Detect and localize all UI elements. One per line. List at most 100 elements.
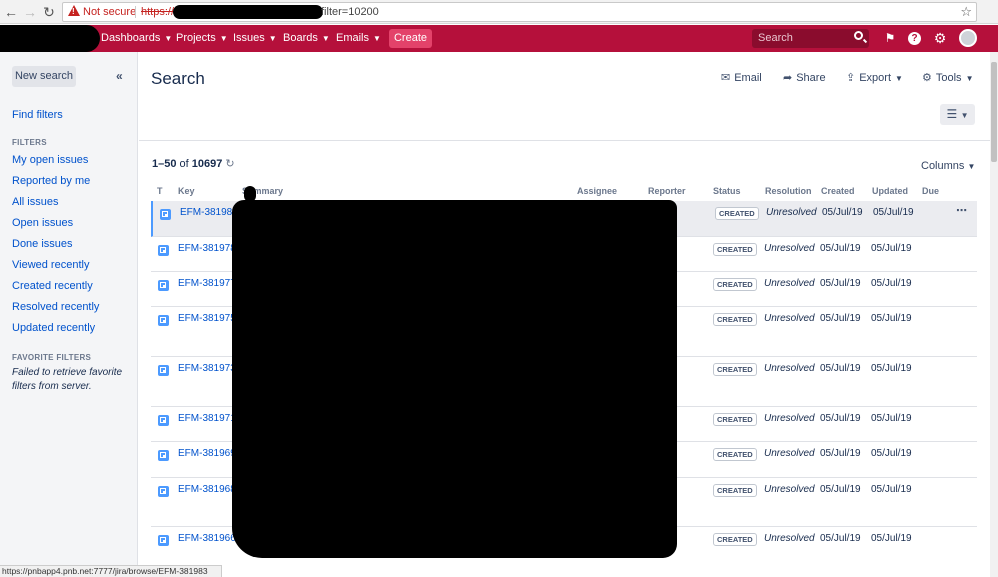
scrollbar-thumb[interactable]	[991, 62, 997, 162]
back-arrow-icon[interactable]: ←	[2, 3, 20, 21]
issue-key-link[interactable]: EFM-381983	[180, 207, 238, 218]
issue-key-link[interactable]: EFM-381969	[178, 448, 236, 459]
warning-icon	[68, 5, 80, 16]
nav-label: Emails	[336, 32, 370, 44]
header-search-input[interactable]: Search	[752, 29, 869, 48]
email-button[interactable]: ✉ Email	[721, 71, 762, 84]
created-date: 05/Jul/19	[820, 413, 861, 424]
columns-button[interactable]: Columns ▼	[921, 160, 975, 172]
nav-issues[interactable]: Issues ▼	[233, 32, 277, 44]
status-badge: CREATED	[713, 448, 757, 461]
created-date: 05/Jul/19	[820, 278, 861, 289]
col-header-reporter[interactable]: Reporter	[648, 186, 686, 196]
filter-created-recently[interactable]: Created recently	[12, 280, 93, 292]
status-badge: CREATED	[713, 313, 757, 326]
updated-date: 05/Jul/19	[871, 363, 912, 374]
updated-date: 05/Jul/19	[871, 413, 912, 424]
status-badge: CREATED	[713, 413, 757, 426]
export-icon: ⇪	[846, 72, 856, 84]
new-search-button[interactable]: New search	[12, 66, 76, 87]
col-header-due[interactable]: Due	[922, 186, 939, 196]
created-date: 05/Jul/19	[822, 207, 863, 218]
nav-projects[interactable]: Projects ▼	[176, 32, 228, 44]
bookmark-star-icon[interactable]: ☆	[960, 4, 972, 20]
col-header-created[interactable]: Created	[821, 186, 855, 196]
resolution-value: Unresolved	[764, 448, 815, 459]
share-button[interactable]: ➦ Share	[783, 71, 826, 84]
more-actions-icon[interactable]: ⋯	[956, 204, 967, 217]
col-header-status[interactable]: Status	[713, 186, 741, 196]
filter-open-issues[interactable]: Open issues	[12, 217, 73, 229]
nav-dashboards[interactable]: Dashboards ▼	[101, 32, 172, 44]
col-header-key[interactable]: Key	[178, 186, 195, 196]
megaphone-icon[interactable]: ⚑	[882, 30, 898, 46]
search-placeholder: Search	[758, 32, 793, 44]
page-scrollbar[interactable]	[990, 52, 998, 577]
resolution-value: Unresolved	[764, 243, 815, 254]
redaction-header-mark	[244, 186, 256, 202]
issue-key-link[interactable]: EFM-381975	[178, 313, 236, 324]
favorite-filters-error: Failed to retrieve favorite filters from…	[12, 367, 123, 392]
status-badge: CREATED	[713, 533, 757, 546]
status-badge: CREATED	[713, 243, 757, 256]
filter-all-issues[interactable]: All issues	[12, 196, 58, 208]
issue-key-link[interactable]: EFM-381978	[178, 243, 236, 254]
nav-label: Projects	[176, 32, 216, 44]
tools-label: Tools	[935, 72, 962, 84]
tools-button[interactable]: ⚙ Tools ▼	[922, 71, 973, 84]
search-icon	[854, 31, 863, 40]
filter-done-issues[interactable]: Done issues	[12, 238, 73, 250]
filter-resolved-recently[interactable]: Resolved recently	[12, 301, 99, 313]
address-bar[interactable]: Not secure https:// filter=10200 ☆	[62, 2, 977, 22]
email-icon: ✉	[721, 72, 731, 84]
export-button[interactable]: ⇪ Export ▼	[846, 71, 903, 84]
reload-icon[interactable]: ↻	[40, 3, 58, 21]
col-header-updated[interactable]: Updated	[872, 186, 908, 196]
created-date: 05/Jul/19	[820, 484, 861, 495]
forward-arrow-icon[interactable]: →	[21, 3, 39, 21]
url-tail: filter=10200	[321, 6, 379, 18]
page-title: Search	[151, 69, 205, 88]
security-label: Not secure	[83, 6, 137, 18]
task-type-icon	[158, 245, 169, 256]
help-icon[interactable]: ?	[908, 32, 921, 45]
col-header-type[interactable]: T	[157, 186, 163, 196]
issue-key-link[interactable]: EFM-381968	[178, 484, 236, 495]
nav-label: Dashboards	[101, 32, 161, 44]
chevron-down-icon: ▼	[895, 74, 903, 83]
col-header-assignee[interactable]: Assignee	[577, 186, 617, 196]
col-header-resolution[interactable]: Resolution	[765, 186, 812, 196]
nav-emails[interactable]: Emails ▼	[336, 32, 381, 44]
status-badge: CREATED	[715, 207, 759, 220]
issue-key-link[interactable]: EFM-381977	[178, 278, 236, 289]
task-type-icon	[158, 365, 169, 376]
issue-key-link[interactable]: EFM-381973	[178, 363, 236, 374]
chevron-down-icon: ▼	[965, 74, 974, 83]
issue-key-link[interactable]: EFM-381971	[178, 413, 236, 424]
filter-reported-by-me[interactable]: Reported by me	[12, 175, 90, 187]
count-range: 1–50	[152, 158, 177, 170]
updated-date: 05/Jul/19	[871, 448, 912, 459]
gear-icon[interactable]: ⚙	[932, 30, 948, 46]
updated-date: 05/Jul/19	[871, 243, 912, 254]
filter-updated-recently[interactable]: Updated recently	[12, 322, 95, 334]
nav-label: Boards	[283, 32, 318, 44]
avatar[interactable]	[959, 29, 977, 47]
create-button[interactable]: Create	[389, 29, 432, 48]
filter-my-open-issues[interactable]: My open issues	[12, 154, 88, 166]
address-divider	[135, 6, 136, 18]
find-filters-link[interactable]: Find filters	[12, 109, 63, 121]
issue-key-link[interactable]: EFM-381966	[178, 533, 236, 544]
results-count: 1–50 of 10697 ↻	[152, 157, 235, 170]
filter-viewed-recently[interactable]: Viewed recently	[12, 259, 89, 271]
app-header: Dashboards ▼ Projects ▼ Issues ▼ Boards ▼ Em…	[0, 25, 998, 52]
updated-date: 05/Jul/19	[871, 533, 912, 544]
status-badge: CREATED	[713, 484, 757, 497]
created-date: 05/Jul/19	[820, 243, 861, 254]
status-badge: CREATED	[713, 278, 757, 291]
collapse-sidebar-icon[interactable]: «	[116, 69, 123, 83]
updated-date: 05/Jul/19	[871, 484, 912, 495]
nav-boards[interactable]: Boards ▼	[283, 32, 330, 44]
refresh-icon[interactable]: ↻	[225, 158, 234, 170]
layout-switcher-button[interactable]: ☰ ▼	[940, 104, 975, 125]
